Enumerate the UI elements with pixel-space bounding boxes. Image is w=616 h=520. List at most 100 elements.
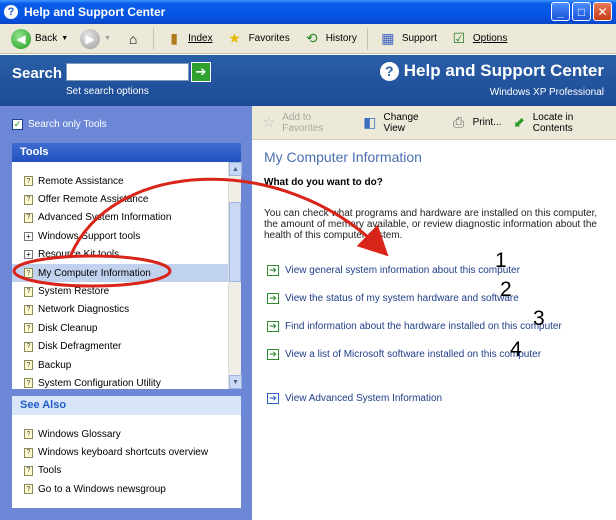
tools-heading: Tools: [12, 143, 241, 162]
content-toolbar: ☆ Add to Favorites ◧ Change View ⎙ Print…: [252, 106, 616, 140]
annotation-number: 3: [533, 307, 545, 330]
tools-list-item[interactable]: + Resource Kit tools: [12, 246, 228, 264]
see-also-item[interactable]: ? Go to a Windows newsgroup: [12, 480, 241, 498]
back-arrow-icon: ◀: [11, 28, 31, 49]
options-checklist-icon: ☑: [452, 30, 466, 46]
see-also-panel: See Also ? Windows Glossary? Windows keybo…: [12, 396, 241, 508]
printer-icon: ⎙: [452, 114, 465, 130]
question-heading: What do you want to do?: [264, 177, 383, 188]
help-page-icon: ?: [24, 304, 33, 315]
scroll-up-button[interactable]: ▲: [229, 162, 242, 176]
task-link[interactable]: ➔ View a list of Microsoft software inst…: [267, 349, 541, 360]
chevron-down-icon[interactable]: ▼: [104, 35, 111, 42]
tools-list-item-label: Resource Kit tools: [38, 249, 120, 261]
tools-list-item-label: Disk Defragmenter: [38, 341, 122, 353]
header-band: Search ➔ Set search options ? Help and S…: [0, 55, 616, 106]
tools-list-item[interactable]: ? Remote Assistance: [12, 172, 228, 190]
minimize-button[interactable]: _: [551, 2, 570, 21]
index-label: Index: [188, 33, 213, 44]
scroll-down-button[interactable]: ▼: [229, 375, 242, 389]
options-button[interactable]: ☑ Options: [444, 26, 512, 52]
tools-list-item-label: Disk Cleanup: [38, 322, 98, 334]
help-page-icon: ?: [24, 447, 33, 458]
favorites-label: Favorites: [248, 33, 290, 44]
sidebar: ✓ Search only Tools Tools ? Remote Assist…: [0, 106, 252, 520]
forward-button[interactable]: ▶ ▼: [75, 26, 116, 52]
window-controls: _ □ ✕: [551, 2, 612, 21]
tools-list-item[interactable]: ? Offer Remote Assistance: [12, 190, 228, 208]
tools-list-item-label: Backup: [38, 359, 72, 371]
tools-list-item-label: Network Diagnostics: [38, 304, 130, 316]
help-page-icon: ?: [24, 176, 33, 187]
task-link[interactable]: ➔ View the status of my system hardware …: [267, 293, 519, 304]
search-input[interactable]: [66, 63, 189, 81]
tools-list-item[interactable]: ? Network Diagnostics: [12, 301, 228, 319]
support-icon: ▦: [381, 30, 395, 46]
back-button[interactable]: ◀ Back ▼: [6, 26, 73, 52]
support-button[interactable]: ▦ Support: [373, 26, 442, 52]
help-page-icon: ?: [24, 378, 33, 389]
tools-list-item[interactable]: ? Backup: [12, 356, 228, 374]
index-button[interactable]: ▮ Index: [159, 26, 217, 52]
arrow-right-icon: ➔: [195, 64, 207, 79]
see-also-item[interactable]: ? Windows keyboard shortcuts overview: [12, 443, 241, 461]
options-label: Options: [472, 33, 508, 44]
help-center-title: ? Help and Support Center: [379, 61, 604, 81]
green-arrow-icon: ➔: [267, 265, 279, 276]
task-link[interactable]: ➔ Find information about the hardware in…: [267, 321, 562, 332]
close-button[interactable]: ✕: [593, 2, 612, 21]
scroll-thumb[interactable]: [229, 202, 241, 282]
set-search-options-link[interactable]: Set search options: [66, 86, 149, 97]
task-label: View general system information about th…: [285, 265, 520, 276]
tools-scrollbar[interactable]: ▲ ▼: [228, 162, 242, 389]
history-button[interactable]: ⟲ History: [297, 26, 362, 52]
task-link-advanced[interactable]: ➔ View Advanced System Information: [267, 393, 442, 404]
tools-list-item[interactable]: ? My Computer Information: [12, 263, 228, 283]
page-title: My Computer Information: [264, 149, 422, 165]
see-also-item-label: Tools: [38, 465, 62, 477]
search-only-tools-checkbox[interactable]: ✓: [12, 119, 23, 130]
home-icon: ⌂: [128, 30, 138, 47]
tools-list-item[interactable]: ? System Restore: [12, 282, 228, 300]
toolbar-separator: [153, 27, 155, 50]
green-arrow-icon: ➔: [267, 293, 279, 304]
tools-list: ? Remote Assistance? Offer Remote Assistan…: [12, 162, 228, 389]
help-page-icon: ?: [24, 360, 33, 371]
tools-list-item[interactable]: ? Advanced System Information: [12, 209, 228, 227]
see-also-item[interactable]: ? Windows Glossary: [12, 425, 241, 443]
help-page-icon: ?: [24, 212, 33, 223]
tools-list-item[interactable]: ? System Configuration Utility: [12, 374, 228, 389]
see-also-item[interactable]: ? Tools: [12, 462, 241, 480]
help-page-icon: ?: [24, 323, 33, 334]
search-go-button[interactable]: ➔: [191, 62, 211, 82]
history-label: History: [325, 33, 357, 44]
tools-list-item[interactable]: + Windows Support tools: [12, 227, 228, 245]
blue-arrow-icon: ➔: [267, 393, 279, 404]
locate-in-contents-button[interactable]: ⬋ Locate in Contents: [507, 110, 616, 136]
task-label: Find information about the hardware inst…: [285, 321, 562, 332]
help-icon: ?: [379, 61, 399, 81]
search-only-tools[interactable]: ✓ Search only Tools: [12, 119, 107, 130]
help-page-icon: ?: [24, 286, 33, 297]
annotation-number: 1: [495, 249, 507, 272]
task-link[interactable]: ➔ View general system information about …: [267, 265, 520, 276]
tools-list-item-label: System Configuration Utility: [38, 377, 161, 389]
print-button[interactable]: ⎙ Print...: [446, 110, 505, 136]
change-view-button[interactable]: ◧ Change View: [357, 110, 443, 136]
tools-list-item-label: Offer Remote Assistance: [38, 194, 149, 206]
forward-arrow-icon: ▶: [80, 28, 101, 49]
favorites-button[interactable]: ★ Favorites: [220, 26, 295, 52]
help-center-title-text: Help and Support Center: [403, 61, 604, 80]
tools-list-item[interactable]: ? Disk Cleanup: [12, 319, 228, 337]
main-toolbar: ◀ Back ▼ ▶ ▼ ⌂ ▮ Index ★ Favorites ⟲ His…: [0, 24, 616, 54]
locate-in-contents-label: Locate in Contents: [532, 111, 574, 134]
help-page-icon: ?: [24, 465, 33, 476]
home-button[interactable]: ⌂: [118, 26, 148, 52]
tools-list-item-label: Remote Assistance: [38, 175, 124, 187]
tools-list-item[interactable]: ? Disk Defragmenter: [12, 338, 228, 356]
chevron-down-icon[interactable]: ▼: [61, 35, 68, 42]
help-page-icon: ?: [24, 484, 33, 495]
green-arrow-icon: ➔: [267, 321, 279, 332]
maximize-button[interactable]: □: [572, 2, 591, 21]
add-to-favorites-button[interactable]: ☆ Add to Favorites: [256, 110, 355, 136]
